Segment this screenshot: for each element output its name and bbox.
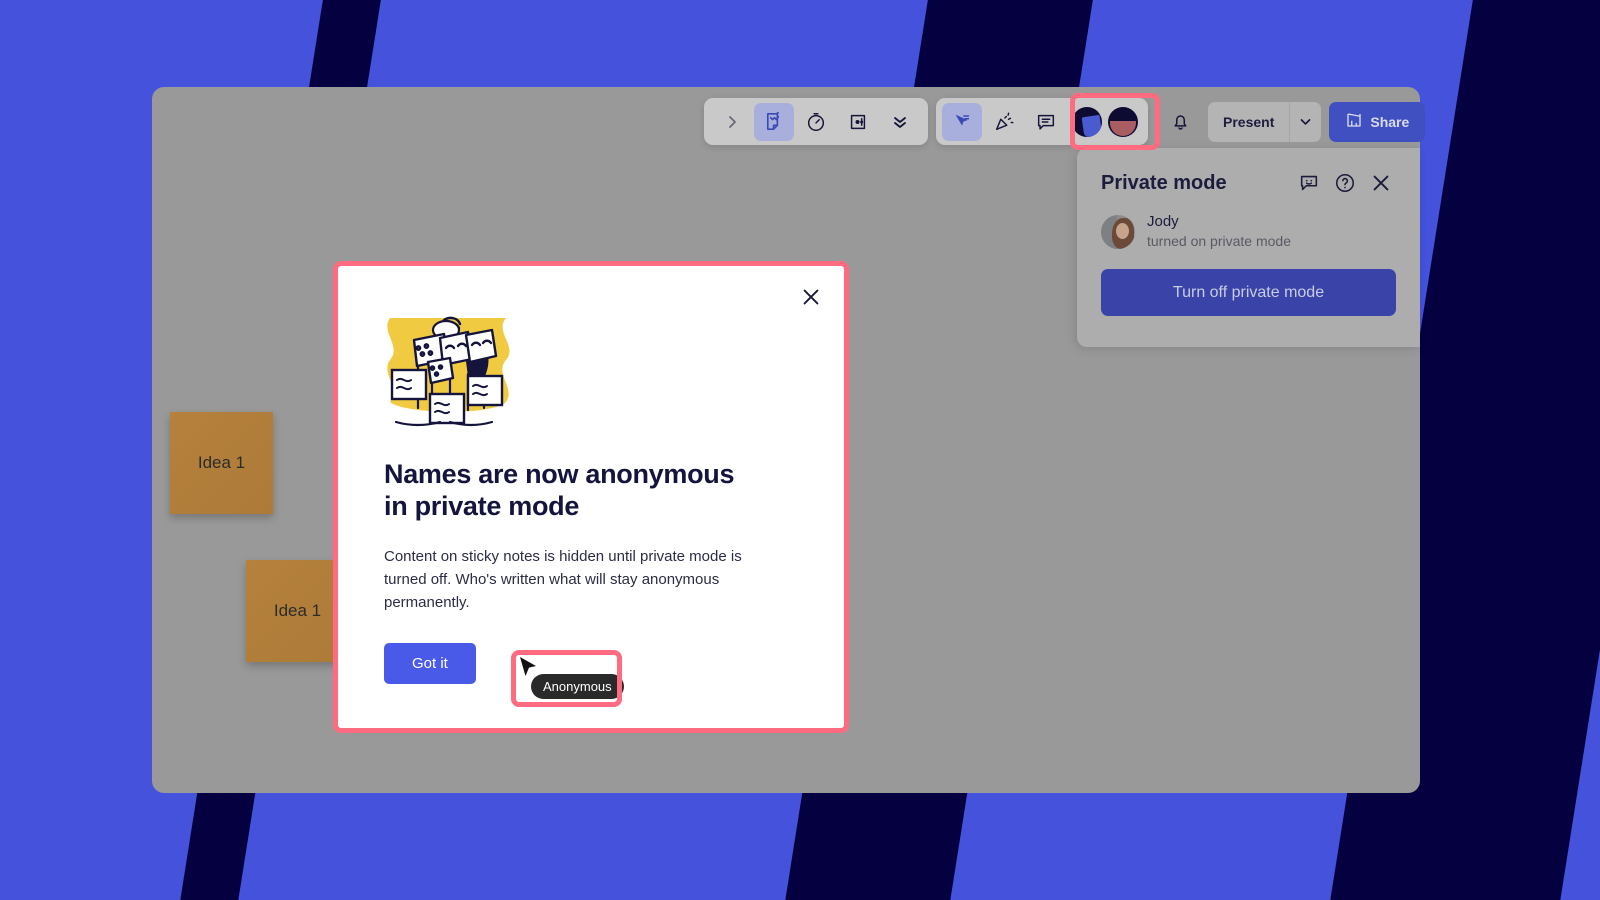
avatar-shape (1110, 120, 1136, 136)
comment-icon[interactable] (1026, 103, 1066, 141)
user-name: Jody (1147, 213, 1179, 230)
timer-icon[interactable] (796, 103, 836, 141)
notification-bell-icon[interactable] (1160, 102, 1200, 142)
modal-title: Names are now anonymous in private mode (384, 459, 735, 522)
feedback-smiley-icon[interactable] (1294, 168, 1324, 198)
share-button[interactable]: Share (1329, 101, 1426, 142)
board-tools-toolbar (704, 98, 928, 145)
user-action: turned on private mode (1147, 233, 1291, 250)
got-it-button[interactable]: Got it (384, 642, 476, 684)
more-tools-chevrons-icon[interactable] (880, 103, 920, 141)
cursor-label: Anonymous (531, 674, 624, 699)
activity-text-group: Jody turned on private mode (1147, 212, 1291, 251)
modal-body-text: Content on sticky notes is hidden until … (384, 547, 742, 612)
collaboration-toolbar (936, 98, 1148, 145)
present-button[interactable]: Present (1208, 102, 1289, 142)
share-button-label: Share (1370, 113, 1410, 130)
help-question-icon[interactable] (1330, 168, 1360, 198)
avatar-face (1116, 222, 1129, 239)
anonymous-people-with-paper-bags-illustration (384, 310, 512, 432)
celebrate-icon[interactable] (984, 103, 1024, 141)
turn-off-private-mode-button[interactable]: Turn off private mode (1101, 269, 1396, 317)
cursor-select-icon[interactable] (942, 102, 982, 141)
collaborator-avatar-1[interactable] (1072, 106, 1102, 137)
collaborator-avatars (1068, 106, 1142, 137)
collaborator-avatar-2[interactable] (1108, 106, 1138, 137)
present-group: Present (1208, 101, 1322, 142)
avatar (1101, 214, 1135, 249)
panel-title: Private mode (1101, 171, 1227, 194)
avatar-shape (1081, 114, 1102, 137)
chevron-down-icon[interactable] (1289, 101, 1321, 142)
sticky-note[interactable]: Idea 1 (246, 560, 349, 662)
share-board-icon (1345, 111, 1363, 132)
panel-header: Private mode (1101, 168, 1396, 198)
sticky-notes-icon[interactable] (754, 102, 794, 141)
close-icon[interactable] (1366, 168, 1396, 198)
expand-arrow-icon[interactable] (712, 103, 752, 141)
topbar-actions: Present Share (1160, 98, 1426, 145)
private-mode-activity: Jody turned on private mode (1101, 212, 1396, 251)
close-icon[interactable] (796, 282, 826, 312)
sticky-note[interactable]: Idea 1 (170, 412, 273, 514)
voting-icon[interactable] (838, 103, 878, 141)
anonymous-cursor: Anonymous (519, 657, 624, 703)
private-mode-panel: Private mode Jody turned on private mode… (1077, 148, 1420, 347)
